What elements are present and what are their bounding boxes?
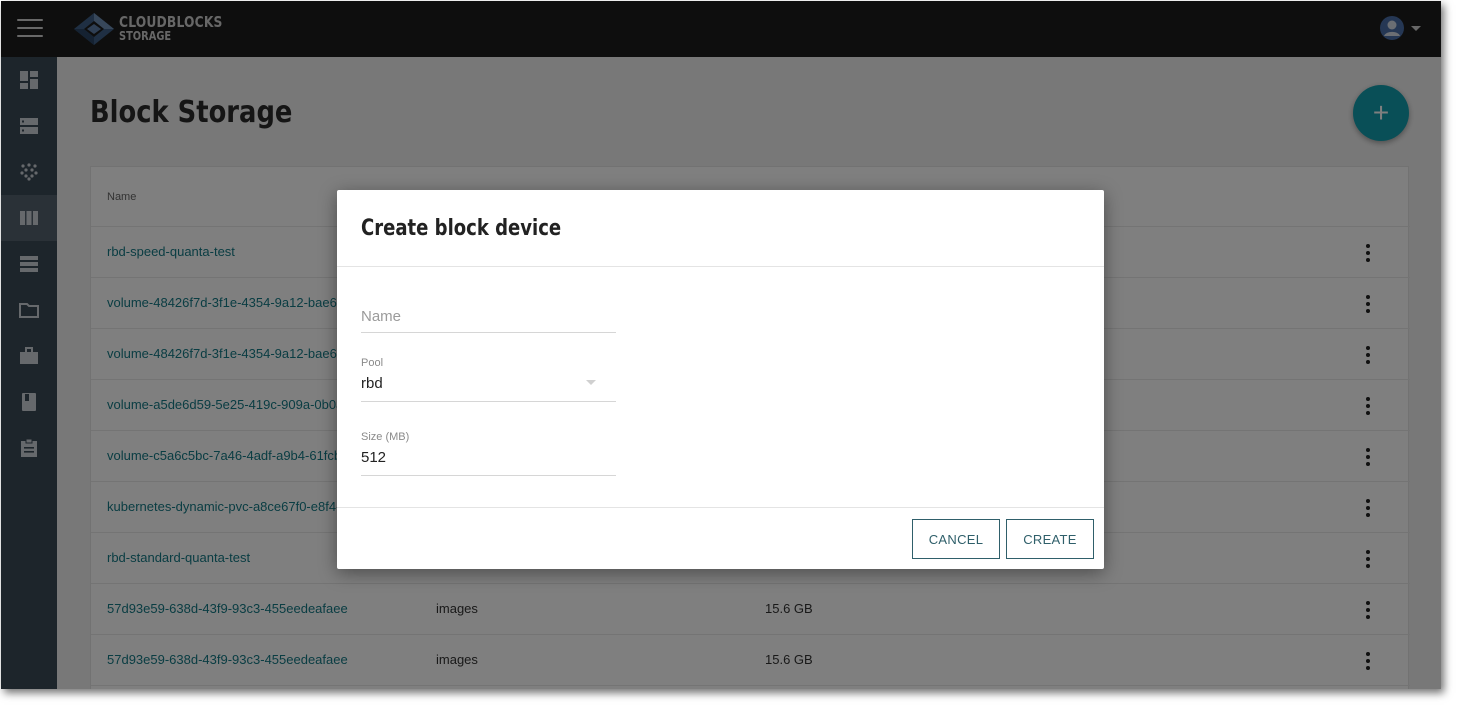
cancel-button[interactable]: CANCEL xyxy=(912,519,1000,559)
name-underline xyxy=(361,332,616,333)
name-field[interactable] xyxy=(361,304,616,333)
pool-select[interactable]: Pool rbd xyxy=(361,357,616,402)
pool-underline xyxy=(361,401,616,402)
create-block-device-dialog: Create block device Pool rbd Size (MB) 5… xyxy=(337,190,1104,569)
size-field[interactable]: Size (MB) 512 xyxy=(361,431,616,476)
pool-value[interactable]: rbd xyxy=(361,375,616,397)
create-button[interactable]: CREATE xyxy=(1006,519,1094,559)
size-label: Size (MB) xyxy=(361,431,410,443)
pool-label: Pool xyxy=(361,357,384,369)
size-input[interactable]: 512 xyxy=(361,449,616,471)
dialog-title: Create block device xyxy=(361,216,562,241)
dialog-footer-divider xyxy=(337,507,1104,508)
name-input[interactable] xyxy=(361,304,616,328)
dialog-header-divider xyxy=(337,266,1104,267)
dropdown-arrow-icon[interactable] xyxy=(586,380,596,385)
size-underline xyxy=(361,475,616,476)
